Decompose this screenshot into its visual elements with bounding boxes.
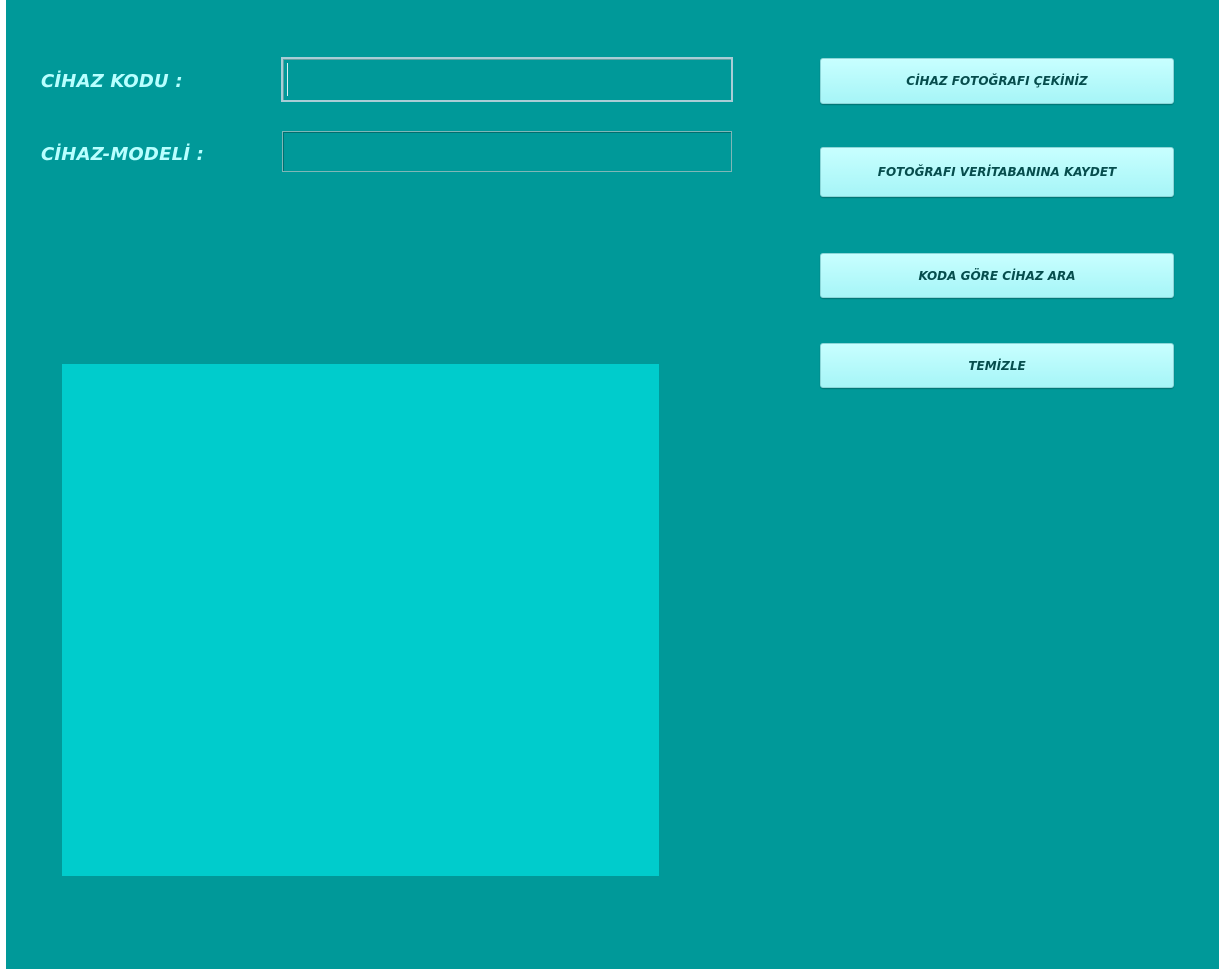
device-model-input[interactable] (282, 131, 732, 172)
device-photo-box (62, 364, 659, 876)
device-code-label: CİHAZ KODU : (41, 71, 183, 92)
clear-button[interactable]: TEMİZLE (820, 343, 1174, 388)
save-photo-to-database-button[interactable]: FOTOĞRAFI VERİTABANINA KAYDET (820, 147, 1174, 197)
text-caret (287, 63, 288, 96)
main-form: CİHAZ KODU : CİHAZ-MODELİ : CİHAZ FOTOĞR… (6, 0, 1219, 969)
take-photo-button[interactable]: CİHAZ FOTOĞRAFI ÇEKİNİZ (820, 58, 1174, 104)
device-model-label: CİHAZ-MODELİ : (41, 144, 204, 165)
search-device-by-code-button[interactable]: KODA GÖRE CİHAZ ARA (820, 253, 1174, 298)
device-code-input[interactable] (281, 57, 733, 102)
